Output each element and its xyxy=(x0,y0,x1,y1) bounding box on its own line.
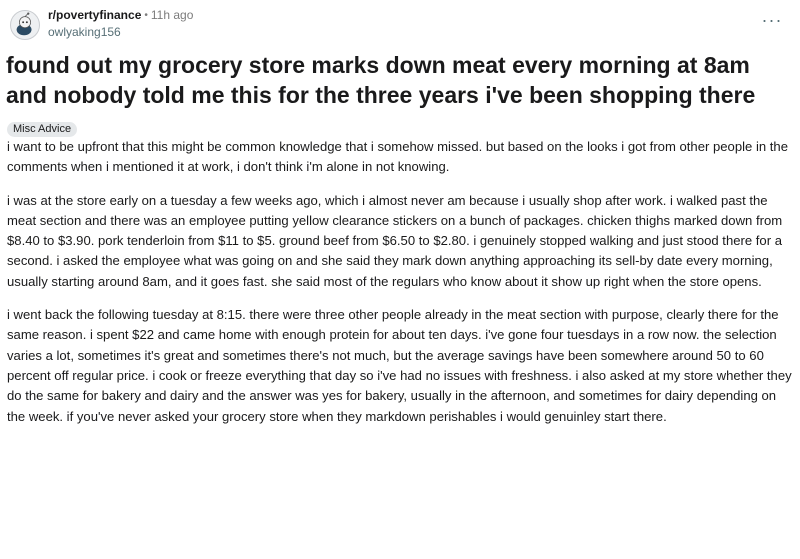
snoo-avatar-icon[interactable] xyxy=(10,10,40,40)
body-paragraph: i was at the store early on a tuesday a … xyxy=(7,192,783,289)
subreddit-link[interactable]: r/povertyfinance xyxy=(48,8,141,23)
post-flair[interactable]: Misc Advice xyxy=(7,122,78,137)
meta-separator: • xyxy=(144,10,148,21)
post-body: i want to be upfront that this might be … xyxy=(7,137,797,427)
body-paragraph: i want to be upfront that this might be … xyxy=(7,139,788,175)
body-paragraph: i went back the following tuesday at 8:1… xyxy=(7,307,792,424)
post-time: 11h ago xyxy=(150,8,194,22)
reddit-post: r/povertyfinance • 11h ago owlyaking156 … xyxy=(0,0,800,559)
more-options-icon[interactable]: ··· xyxy=(760,10,784,30)
post-header: r/povertyfinance • 11h ago owlyaking156 … xyxy=(4,6,792,46)
post-title[interactable]: found out my grocery store marks down me… xyxy=(6,51,791,110)
author-username[interactable]: owlyaking156 xyxy=(48,24,193,40)
post-meta: r/povertyfinance • 11h ago owlyaking156 xyxy=(48,6,193,40)
